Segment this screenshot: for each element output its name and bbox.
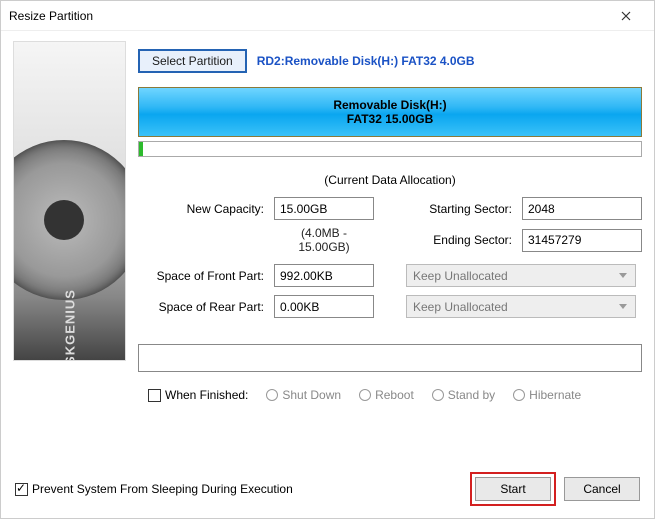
radio-shutdown[interactable]: Shut Down bbox=[266, 388, 341, 402]
window-title: Resize Partition bbox=[9, 9, 606, 23]
cancel-button[interactable]: Cancel bbox=[564, 477, 640, 501]
close-button[interactable] bbox=[606, 4, 646, 28]
branding-image: DISKGENIUS bbox=[13, 41, 126, 361]
radio-standby[interactable]: Stand by bbox=[432, 388, 495, 402]
label-new-capacity: New Capacity: bbox=[138, 202, 268, 216]
partition-visual-bar[interactable]: Removable Disk(H:) FAT32 15.00GB bbox=[138, 87, 642, 137]
status-box bbox=[138, 344, 642, 372]
allocation-title: (Current Data Allocation) bbox=[138, 173, 642, 187]
resize-slider[interactable] bbox=[138, 141, 642, 157]
label-space-rear: Space of Rear Part: bbox=[138, 300, 268, 314]
label-space-front: Space of Front Part: bbox=[138, 269, 268, 283]
ending-sector-input[interactable] bbox=[522, 229, 642, 252]
titlebar: Resize Partition bbox=[1, 1, 654, 31]
new-capacity-input[interactable] bbox=[274, 197, 374, 220]
capacity-range-note: (4.0MB - 15.00GB) bbox=[274, 226, 374, 254]
partition-fs-size: FAT32 15.00GB bbox=[347, 112, 433, 126]
label-starting-sector: Starting Sector: bbox=[406, 202, 516, 216]
prevent-sleep-checkbox[interactable]: Prevent System From Sleeping During Exec… bbox=[15, 482, 293, 496]
slider-used-fill bbox=[139, 142, 143, 156]
rear-action-combo[interactable]: Keep Unallocated bbox=[406, 295, 636, 318]
brand-label: DISKGENIUS bbox=[62, 289, 77, 361]
selected-partition-label: RD2:Removable Disk(H:) FAT32 4.0GB bbox=[257, 54, 475, 68]
start-button-highlight: Start bbox=[470, 472, 556, 506]
resize-partition-dialog: Resize Partition DISKGENIUS Select Parti… bbox=[0, 0, 655, 519]
start-button[interactable]: Start bbox=[475, 477, 551, 501]
starting-sector-input[interactable] bbox=[522, 197, 642, 220]
label-ending-sector: Ending Sector: bbox=[406, 233, 516, 247]
front-action-combo[interactable]: Keep Unallocated bbox=[406, 264, 636, 287]
space-rear-input[interactable] bbox=[274, 295, 374, 318]
when-finished-checkbox[interactable]: When Finished: bbox=[148, 388, 248, 402]
partition-name: Removable Disk(H:) bbox=[333, 98, 446, 112]
radio-reboot[interactable]: Reboot bbox=[359, 388, 414, 402]
close-icon bbox=[621, 11, 631, 21]
select-partition-button[interactable]: Select Partition bbox=[138, 49, 247, 73]
space-front-input[interactable] bbox=[274, 264, 374, 287]
radio-hibernate[interactable]: Hibernate bbox=[513, 388, 581, 402]
